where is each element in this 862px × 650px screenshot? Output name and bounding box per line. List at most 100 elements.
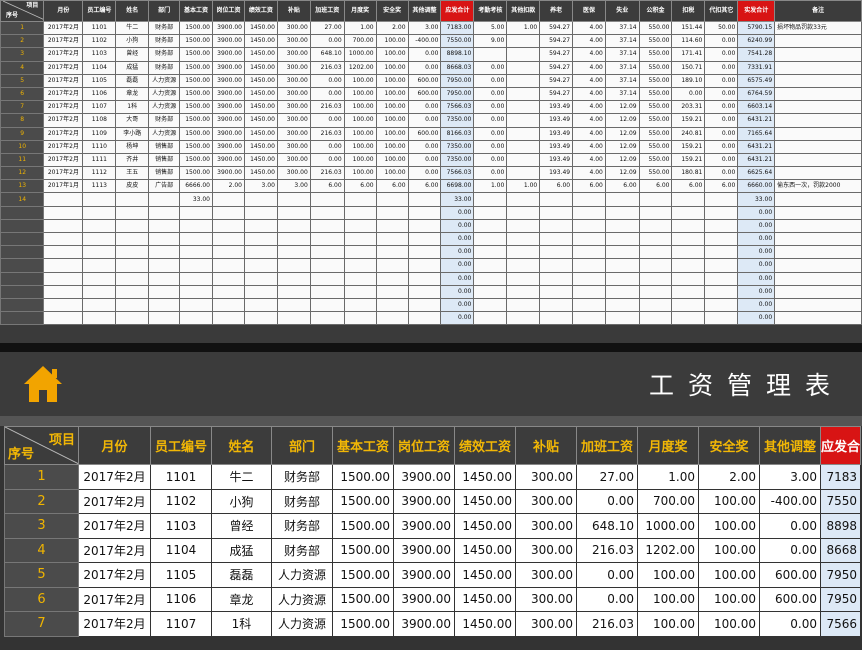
table-cell[interactable]: 0.00 bbox=[309, 34, 345, 49]
table-cell[interactable] bbox=[473, 218, 508, 234]
table-cell[interactable]: 100.00 bbox=[637, 586, 699, 612]
table-cell[interactable] bbox=[276, 258, 311, 273]
table-cell[interactable]: 5.00 bbox=[473, 20, 508, 36]
table-cell[interactable]: 1113 bbox=[82, 179, 117, 194]
table-cell[interactable]: 7165.64 bbox=[737, 126, 776, 141]
table-cell[interactable]: 4.00 bbox=[572, 100, 606, 115]
table-cell[interactable] bbox=[506, 47, 541, 62]
table-cell[interactable]: 8668 bbox=[819, 537, 862, 563]
table-cell[interactable]: 300.00 bbox=[276, 47, 311, 62]
table-cell[interactable]: 6.00 bbox=[343, 179, 377, 194]
table-cell[interactable]: 3900.00 bbox=[393, 488, 455, 514]
table-cell[interactable]: 1500.00 bbox=[332, 586, 394, 612]
table-cell[interactable] bbox=[343, 271, 377, 286]
table-cell[interactable] bbox=[506, 126, 541, 141]
table-cell[interactable] bbox=[539, 192, 574, 207]
table-cell[interactable] bbox=[309, 218, 345, 234]
row-seq-cell[interactable]: 3 bbox=[0, 47, 45, 62]
table-cell[interactable]: 100.00 bbox=[375, 47, 409, 62]
table-cell[interactable]: 1.00 bbox=[343, 20, 377, 36]
table-cell[interactable]: 7541.28 bbox=[737, 47, 776, 62]
table-cell[interactable] bbox=[604, 297, 640, 313]
table-cell[interactable]: 人力资源 bbox=[148, 100, 181, 115]
table-cell[interactable] bbox=[43, 297, 84, 313]
table-cell[interactable]: 600.00 bbox=[407, 126, 442, 141]
table-cell[interactable] bbox=[671, 192, 706, 207]
table-cell[interactable] bbox=[243, 271, 278, 286]
table-cell[interactable] bbox=[115, 231, 150, 247]
table-cell[interactable]: 5790.15 bbox=[737, 20, 776, 36]
table-cell[interactable] bbox=[638, 192, 673, 207]
table-cell[interactable]: 600.00 bbox=[759, 586, 821, 612]
table-cell[interactable]: 100.00 bbox=[343, 166, 377, 181]
table-cell[interactable]: 1500.00 bbox=[332, 488, 394, 514]
table-cell[interactable]: 37.14 bbox=[604, 34, 640, 49]
table-cell[interactable] bbox=[704, 205, 739, 220]
table-cell[interactable]: 人力资源 bbox=[148, 86, 181, 102]
table-cell[interactable]: 销售部 bbox=[148, 166, 181, 181]
table-cell[interactable]: 1450.00 bbox=[454, 611, 516, 637]
table-cell[interactable]: 0.00 bbox=[440, 271, 475, 286]
table-cell[interactable] bbox=[774, 284, 862, 299]
table-cell[interactable]: 7950.00 bbox=[440, 73, 475, 88]
table-cell[interactable]: 7183 bbox=[819, 464, 862, 490]
table-cell[interactable] bbox=[212, 205, 245, 220]
table-cell[interactable]: 1107 bbox=[150, 611, 212, 637]
table-cell[interactable]: 曾经 bbox=[115, 47, 150, 62]
table-cell[interactable] bbox=[604, 231, 640, 247]
table-cell[interactable]: 100.00 bbox=[698, 513, 760, 539]
table-cell[interactable]: 7350.00 bbox=[440, 152, 475, 168]
table-cell[interactable] bbox=[506, 60, 541, 75]
table-cell[interactable]: 100.00 bbox=[343, 152, 377, 168]
table-cell[interactable]: 100.00 bbox=[637, 562, 699, 588]
table-cell[interactable] bbox=[506, 297, 541, 313]
table-cell[interactable]: 6764.59 bbox=[737, 86, 776, 102]
table-cell[interactable]: 3.00 bbox=[276, 179, 311, 194]
table-cell[interactable]: 0.00 bbox=[737, 284, 776, 299]
table-cell[interactable]: 300.00 bbox=[276, 60, 311, 75]
table-cell[interactable]: 3900.00 bbox=[212, 34, 245, 49]
table-cell[interactable]: 7550.00 bbox=[440, 34, 475, 49]
table-cell[interactable]: 9.00 bbox=[473, 34, 508, 49]
table-cell[interactable] bbox=[774, 166, 862, 181]
table-cell[interactable]: 1500.00 bbox=[179, 60, 213, 75]
table-cell[interactable]: 2017年2月 bbox=[78, 537, 151, 563]
row-seq-cell[interactable]: 1 bbox=[0, 20, 45, 36]
row-seq-cell[interactable]: 4 bbox=[4, 537, 79, 563]
table-cell[interactable] bbox=[375, 205, 409, 220]
table-cell[interactable]: 4.00 bbox=[572, 60, 606, 75]
table-cell[interactable]: 300.00 bbox=[276, 73, 311, 88]
row-seq-cell[interactable] bbox=[0, 258, 45, 273]
table-cell[interactable] bbox=[506, 218, 541, 234]
table-cell[interactable] bbox=[473, 258, 508, 273]
table-cell[interactable]: -400.00 bbox=[407, 34, 442, 49]
table-cell[interactable] bbox=[572, 284, 606, 299]
table-cell[interactable] bbox=[407, 271, 442, 286]
table-cell[interactable]: 0.00 bbox=[576, 562, 638, 588]
table-cell[interactable] bbox=[375, 271, 409, 286]
table-cell[interactable]: 100.00 bbox=[375, 60, 409, 75]
table-cell[interactable] bbox=[774, 205, 862, 220]
table-cell[interactable]: 300.00 bbox=[276, 86, 311, 102]
table-cell[interactable]: 3.00 bbox=[759, 464, 821, 490]
table-cell[interactable]: 齐井 bbox=[115, 152, 150, 168]
table-cell[interactable]: 1450.00 bbox=[243, 139, 278, 154]
table-cell[interactable]: 0.00 bbox=[473, 73, 508, 88]
table-cell[interactable] bbox=[375, 297, 409, 313]
table-cell[interactable]: 100.00 bbox=[343, 113, 377, 128]
table-cell[interactable]: 0.00 bbox=[407, 139, 442, 154]
table-cell[interactable] bbox=[506, 139, 541, 154]
table-cell[interactable] bbox=[539, 205, 574, 220]
table-cell[interactable]: 0.00 bbox=[309, 139, 345, 154]
table-cell[interactable] bbox=[243, 205, 278, 220]
table-cell[interactable] bbox=[343, 284, 377, 299]
table-cell[interactable]: 1450.00 bbox=[454, 537, 516, 563]
table-cell[interactable]: 6.00 bbox=[604, 179, 640, 194]
table-cell[interactable]: 4.00 bbox=[572, 166, 606, 181]
table-cell[interactable] bbox=[276, 205, 311, 220]
table-cell[interactable] bbox=[506, 166, 541, 181]
table-cell[interactable]: 7950.00 bbox=[440, 86, 475, 102]
table-cell[interactable] bbox=[276, 218, 311, 234]
table-cell[interactable] bbox=[148, 284, 181, 299]
table-cell[interactable]: 0.00 bbox=[473, 152, 508, 168]
